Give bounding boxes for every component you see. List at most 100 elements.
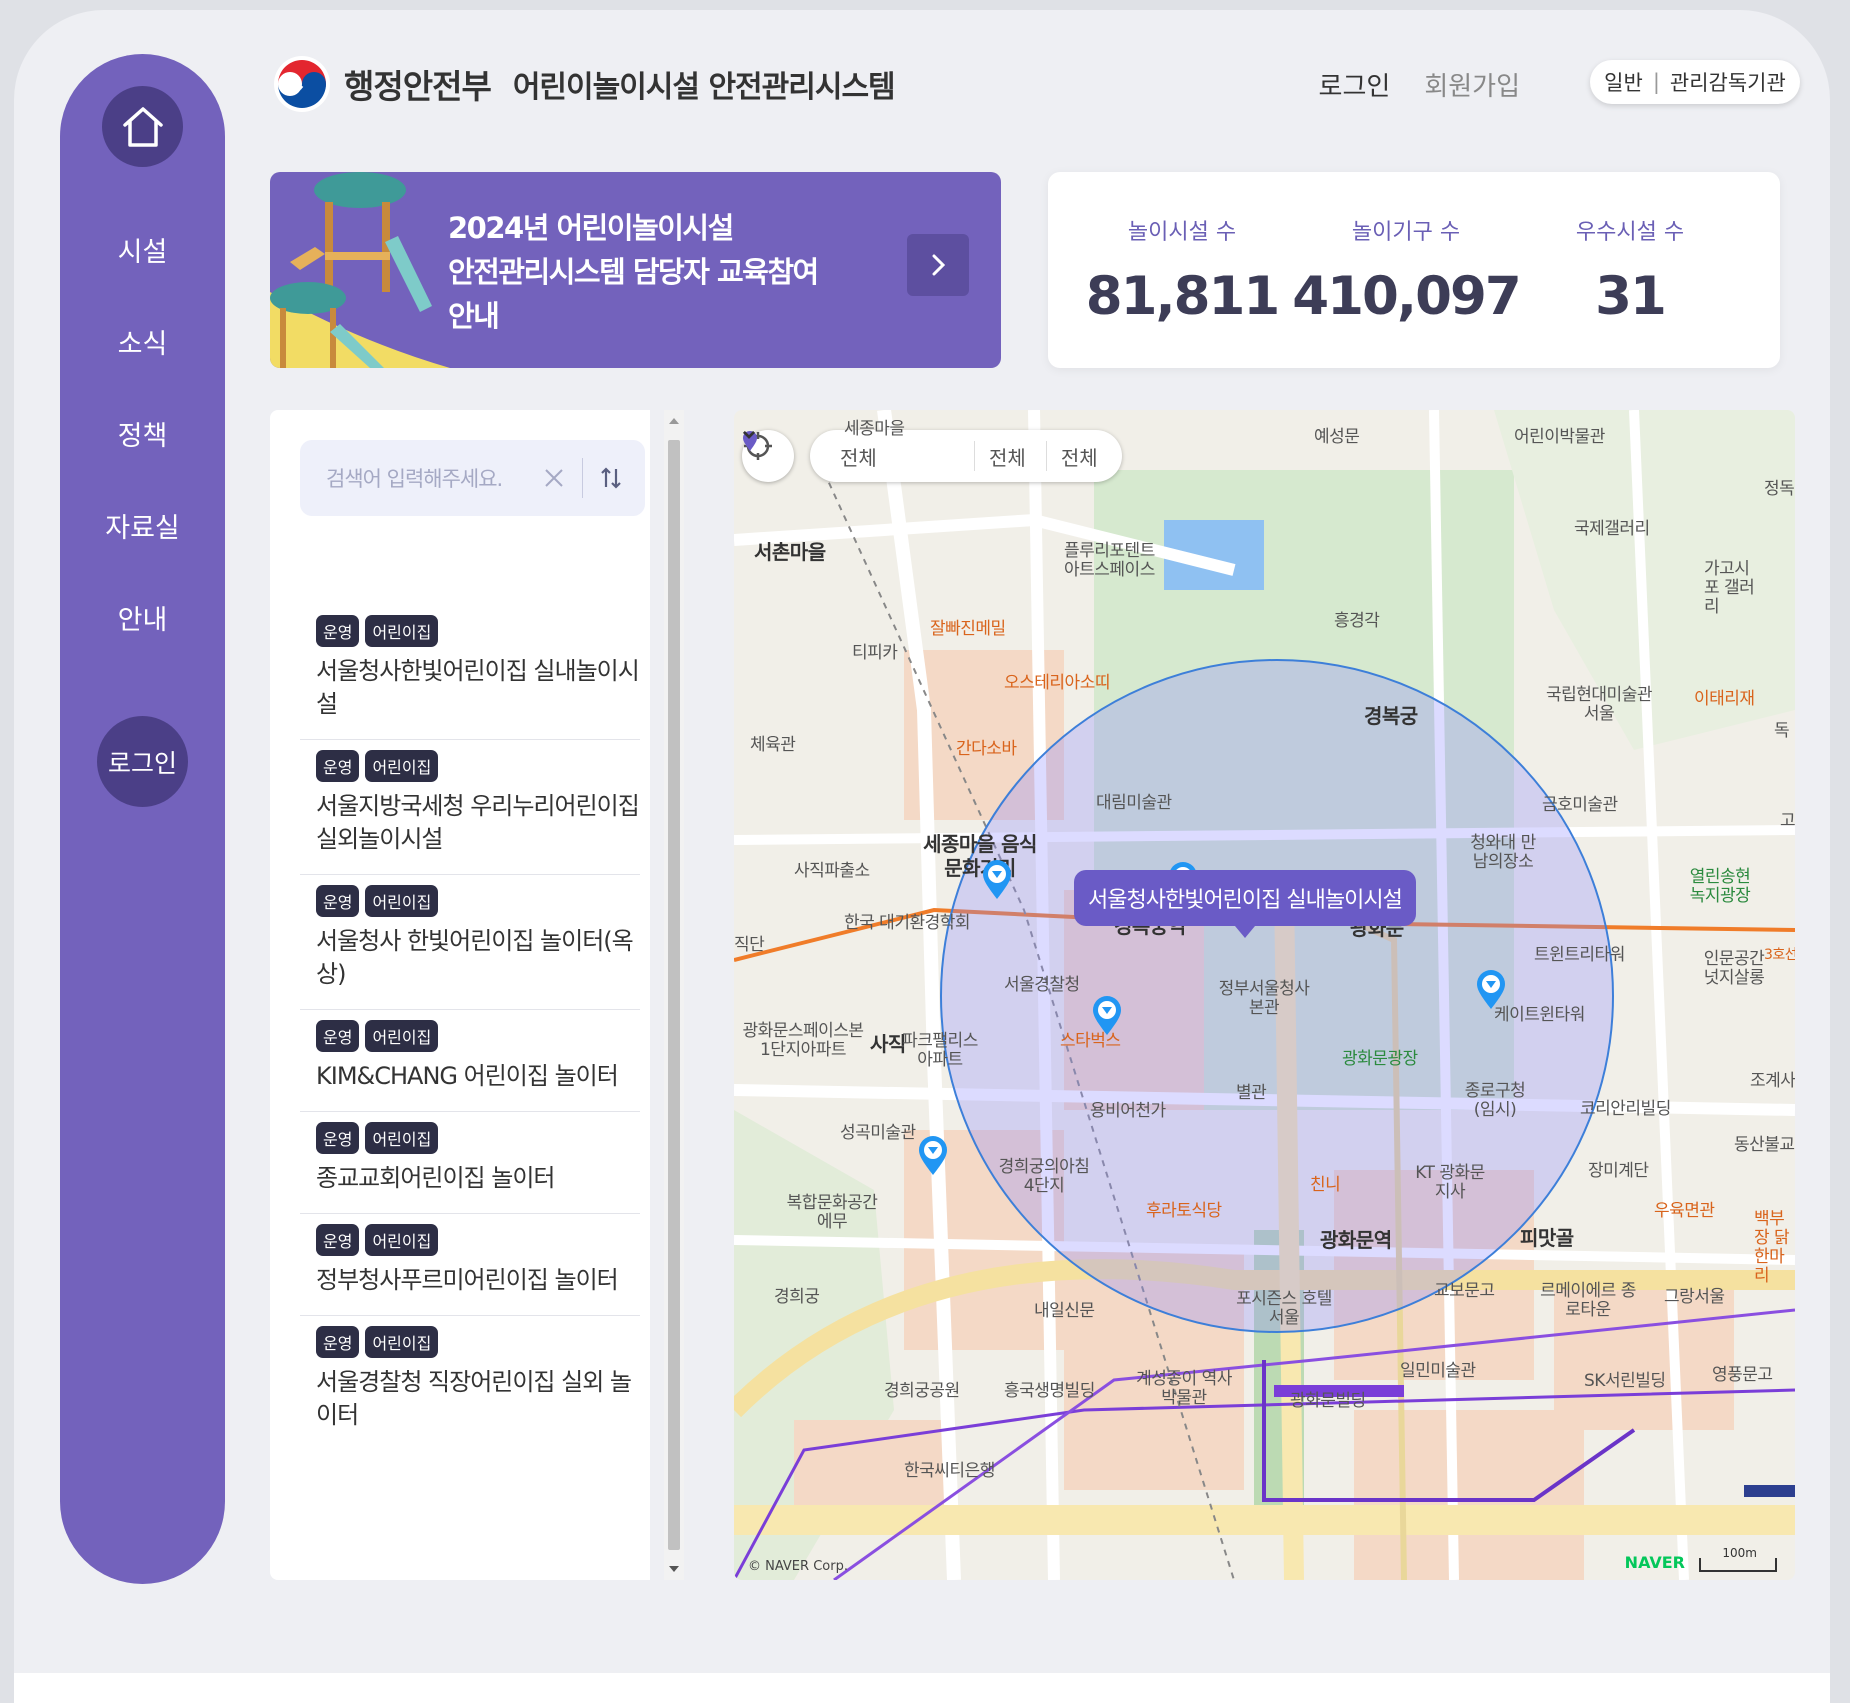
map-label: 세종마을 (844, 419, 905, 439)
nav-guide[interactable]: 안내 (60, 598, 225, 637)
map-label: 별관 (1236, 1083, 1267, 1103)
facility-marker[interactable] (1476, 970, 1506, 1010)
playground-illustration (270, 172, 450, 368)
stat-excellent: 우수시설 수 31 (1575, 220, 1685, 327)
status-badge: 운영 (316, 1020, 360, 1052)
nav-facilities[interactable]: 시설 (60, 230, 225, 269)
map-label: 후라토식당 (1146, 1201, 1222, 1221)
list-item[interactable]: 운영 어린이집 정부청사푸르미어린이집 놀이터 (300, 1214, 640, 1316)
list-item[interactable]: 운영 어린이집 서울청사한빛어린이집 실내놀이시설 (300, 605, 640, 740)
map-label: 어린이박물관 (1514, 427, 1605, 447)
map-label: 한국씨티은행 (904, 1461, 995, 1481)
map-label: 체육관 (750, 735, 796, 755)
sort-button[interactable] (591, 458, 631, 498)
map-label: 르메이에르 종로타운 (1540, 1281, 1636, 1320)
stat-facilities: 놀이시설 수 81,811 (1085, 220, 1281, 327)
list-item[interactable]: 운영 어린이집 종교교회어린이집 놀이터 (300, 1112, 640, 1214)
map-label: 조계사 (1750, 1071, 1795, 1091)
sidebar-login-button[interactable]: 로그인 (97, 716, 188, 807)
sort-icon (601, 467, 621, 489)
type-badge: 어린이집 (365, 615, 439, 647)
search-box: 검색어 입력해주세요. (300, 440, 645, 516)
type-filter[interactable]: 전체 (743, 431, 1104, 471)
list-item[interactable]: 운영 어린이집 KIM&CHANG 어린이집 놀이터 (300, 1010, 640, 1112)
sidebar: 시설 소식 정책 자료실 안내 로그인 (60, 54, 225, 1584)
map-label: 정독 (1764, 479, 1795, 499)
search-clear-button[interactable] (534, 458, 574, 498)
header-links: 로그인 회원가입 (1319, 66, 1520, 103)
map-label: 광화문역 (1320, 1228, 1392, 1252)
map-label: 트윈트리타워 (1534, 945, 1625, 965)
facility-marker[interactable] (1092, 996, 1122, 1036)
type-badge: 어린이집 (365, 1224, 439, 1256)
map-label: 잘빠진메밀 (930, 619, 1006, 639)
banner-next-button[interactable] (907, 234, 969, 296)
user-type-supervisor[interactable]: 관리감독기관 (1670, 67, 1786, 97)
map-label: 서울경찰청 (1004, 975, 1080, 995)
map-label: 플루리포텐트 아트스페이스 (1064, 541, 1155, 580)
facility-name: 서울청사한빛어린이집 실내놀이시설 (316, 657, 640, 718)
chevron-right-icon (932, 254, 946, 276)
nav-news[interactable]: 소식 (60, 322, 225, 361)
facility-name: 서울지방국세청 우리누리어린이집 실외놀이시설 (316, 792, 640, 853)
home-icon (122, 106, 163, 147)
map-label: 청와대 만남의장소 (1470, 833, 1536, 872)
map-label: 고 (1780, 811, 1795, 831)
app-frame: 시설 소식 정책 자료실 안내 로그인 행정안전부 어린이놀이시설 안전관리시스… (14, 10, 1830, 1703)
selected-facility-tooltip[interactable]: 서울청사한빛어린이집 실내놀이시설 (1074, 870, 1416, 938)
status-badge: 운영 (316, 615, 360, 647)
map-label: 계성종이 역사박물관 (1136, 1369, 1232, 1408)
notice-banner[interactable]: 2024년 어린이놀이시설 안전관리시스템 담당자 교육참여 안내 (270, 172, 1001, 368)
map-label: SK서린빌딩 (1584, 1371, 1666, 1391)
nav-policy[interactable]: 정책 (60, 414, 225, 453)
banner-title: 2024년 어린이놀이시설 안전관리시스템 담당자 교육참여 안내 (448, 211, 819, 333)
nav-resources[interactable]: 자료실 (60, 506, 225, 545)
facility-list-panel: 검색어 입력해주세요. 운영 어린이집 서울청사한빛어린이집 실내놀이시설 운영 어… (270, 410, 650, 1580)
map-label: 세종마을 음식문화거리 (923, 832, 1037, 880)
facility-marker[interactable] (982, 860, 1012, 900)
scroll-down-arrow[interactable] (669, 1566, 679, 1572)
map[interactable]: 전체 전체 전체 세종마을 예성문 어린이박물관 서촌마을 플루리포텐트 아트스… (734, 410, 1795, 1580)
map-label: 티피카 (852, 643, 898, 663)
logo[interactable]: 행정안전부 어린이놀이시설 안전관리시스템 (272, 54, 896, 114)
map-label: 백부장 닭한마리 (1754, 1210, 1790, 1286)
chevron-down-icon (743, 431, 755, 439)
map-label: 광화문빌딩 (1290, 1391, 1366, 1411)
header-signup-link[interactable]: 회원가입 (1424, 66, 1520, 103)
facility-name: 정부청사푸르미어린이집 놀이터 (316, 1266, 619, 1294)
facility-name: KIM&CHANG 어린이집 놀이터 (316, 1062, 619, 1090)
type-badge: 어린이집 (365, 1122, 439, 1154)
status-filter[interactable]: 전체 (743, 431, 1032, 471)
map-scale-bar (1699, 1558, 1777, 1572)
header-login-link[interactable]: 로그인 (1319, 66, 1391, 103)
map-label: 오스테리아소띠 (1004, 673, 1110, 693)
region-filter[interactable]: 전체 (743, 431, 960, 471)
type-badge: 어린이집 (365, 750, 439, 782)
map-label: 흥경각 (1334, 611, 1380, 631)
home-button[interactable] (102, 86, 183, 167)
map-label: 국립현대미술관 서울 (1546, 685, 1652, 724)
map-label: 한국 대기환경학회 (844, 913, 971, 933)
list-scrollbar[interactable] (664, 410, 684, 1580)
map-label: 경희궁 (774, 1287, 820, 1307)
list-item[interactable]: 운영 어린이집 서울지방국세청 우리누리어린이집 실외놀이시설 (300, 740, 640, 875)
scroll-up-arrow[interactable] (669, 418, 679, 424)
map-label: 교보문고 (1434, 1281, 1495, 1301)
map-label: 우육면관 (1654, 1201, 1715, 1221)
map-label: 동산불교대학 (1734, 1135, 1795, 1155)
map-label: 피맛골 (1520, 1226, 1574, 1250)
user-type-general[interactable]: 일반 (1604, 67, 1643, 97)
map-attribution: © NAVER Corp. (748, 1559, 848, 1574)
facility-marker[interactable] (918, 1136, 948, 1176)
status-badge: 운영 (316, 1224, 360, 1256)
list-item[interactable]: 운영 어린이집 서울청사 한빛어린이집 놀이터(옥상) (300, 875, 640, 1010)
map-label: 직단 (734, 935, 765, 955)
map-label: 그랑서울 (1664, 1287, 1725, 1307)
close-icon (545, 469, 563, 487)
list-item[interactable]: 운영 어린이집 서울경찰청 직장어린이집 실외 놀이터 (300, 1316, 640, 1450)
map-label: 파크팰리스 아파트 (902, 1031, 978, 1070)
map-label: 열린송현 녹지광장 (1689, 867, 1751, 906)
map-label: 내일신문 (1034, 1301, 1095, 1321)
search-input[interactable]: 검색어 입력해주세요. (326, 463, 534, 493)
scroll-thumb[interactable] (668, 440, 680, 1550)
